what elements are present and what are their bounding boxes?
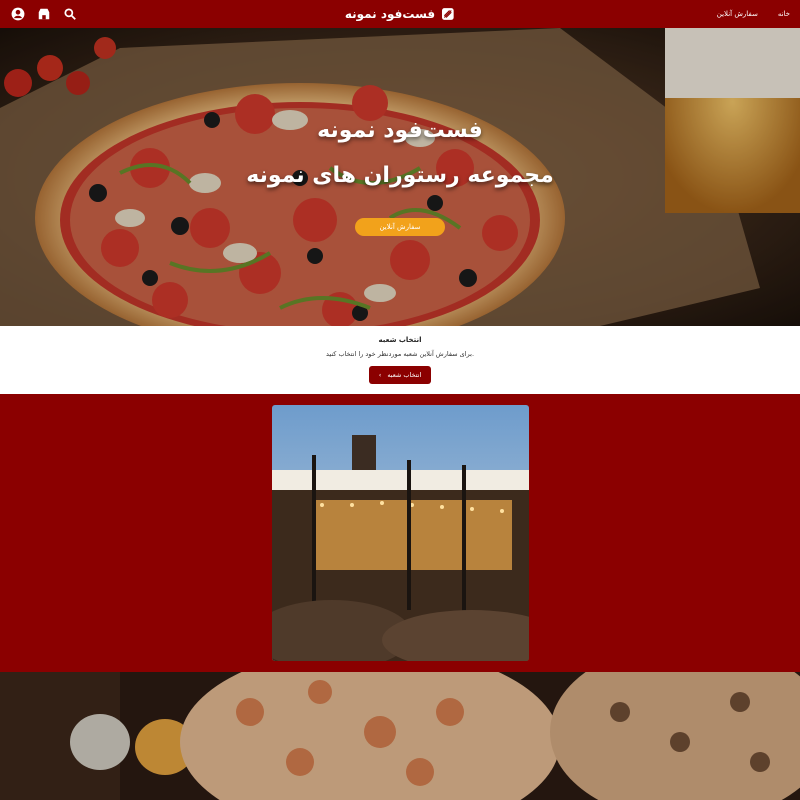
toolbar-icons	[10, 6, 78, 22]
store-icon[interactable]	[36, 6, 52, 22]
brand[interactable]: فست‌فود نمونه	[345, 7, 455, 21]
select-branch-label: انتخاب شعبه	[387, 371, 422, 379]
account-icon[interactable]	[10, 6, 26, 22]
restaurant-image	[272, 405, 529, 661]
chevron-left-icon: ‹	[378, 371, 382, 379]
brand-name: فست‌فود نمونه	[344, 7, 436, 21]
gallery-section	[0, 394, 800, 672]
top-bar: فست‌فود نمونه سفارش آنلاین خانه	[0, 0, 800, 28]
hero-content: فست‌فود نمونه مجموعه رستوران های نمونه س…	[0, 28, 800, 326]
food-banner-image	[0, 672, 800, 800]
hero-subtitle: مجموعه رستوران های نمونه	[246, 163, 554, 188]
logo-icon	[441, 7, 455, 21]
nav-home[interactable]: خانه	[778, 10, 790, 18]
main-nav: سفارش آنلاین خانه	[717, 10, 790, 18]
select-branch-button[interactable]: ‹ انتخاب شعبه	[368, 366, 432, 384]
branch-selection: انتخاب شعبه برای سفارش آنلاین شعبه موردن…	[0, 326, 800, 394]
hero-title: فست‌فود نمونه	[317, 118, 483, 143]
online-order-button[interactable]: سفارش آنلاین	[355, 218, 445, 236]
branch-description: برای سفارش آنلاین شعبه موردنظر خود را ان…	[325, 350, 475, 358]
search-icon[interactable]	[62, 6, 78, 22]
nav-online-order[interactable]: سفارش آنلاین	[717, 10, 758, 18]
branch-title: انتخاب شعبه	[378, 336, 422, 344]
hero-section: فست‌فود نمونه مجموعه رستوران های نمونه س…	[0, 28, 800, 326]
